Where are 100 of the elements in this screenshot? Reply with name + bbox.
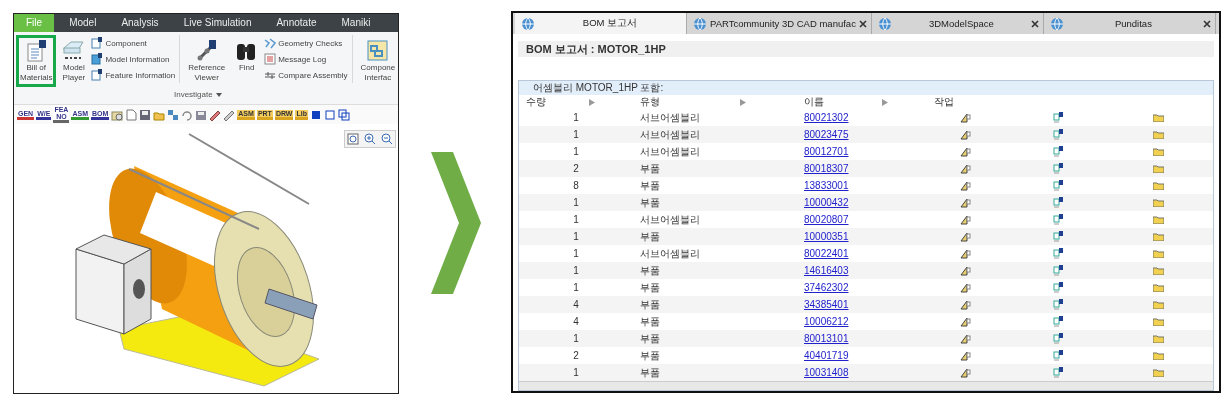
group-label[interactable]: Investigate xyxy=(174,90,222,99)
folder-icon[interactable] xyxy=(1152,317,1164,326)
ribbon-button[interactable]: Message Log xyxy=(264,53,348,65)
part-link[interactable]: 10000432 xyxy=(804,197,849,208)
save-icon[interactable] xyxy=(139,108,152,121)
document-info-icon[interactable] xyxy=(1052,367,1064,378)
part-link[interactable]: 10031408 xyxy=(804,367,849,378)
folder-icon[interactable] xyxy=(1152,147,1164,156)
folder-icon[interactable] xyxy=(111,108,124,121)
ruler-pencil-icon[interactable] xyxy=(959,197,971,208)
folder-icon[interactable] xyxy=(1152,283,1164,292)
ribbon-button[interactable]: Compone Interfac xyxy=(356,35,398,87)
sort-icon[interactable] xyxy=(740,98,746,106)
ruler-pencil-icon[interactable] xyxy=(959,163,971,174)
document-info-icon[interactable] xyxy=(1052,282,1064,293)
document-info-icon[interactable] xyxy=(1052,146,1064,157)
folder-icon[interactable] xyxy=(1152,130,1164,139)
part-link[interactable]: 10000351 xyxy=(804,231,849,242)
ribbon-button[interactable]: Geometry Checks xyxy=(264,37,348,49)
grid-icon[interactable] xyxy=(167,108,180,121)
folder-icon[interactable] xyxy=(1152,249,1164,258)
ribbon-button[interactable]: Model Player xyxy=(58,35,90,87)
folder-icon[interactable] xyxy=(1152,164,1164,173)
part-link[interactable]: 80012701 xyxy=(804,146,849,157)
folder-icon[interactable] xyxy=(1152,113,1164,122)
folder-icon[interactable] xyxy=(1152,368,1164,377)
ruler-pencil-icon[interactable] xyxy=(959,282,971,293)
part-link[interactable]: 40401719 xyxy=(804,350,849,361)
document-info-icon[interactable] xyxy=(1052,299,1064,310)
ribbon-button[interactable]: Model Information xyxy=(91,53,176,65)
sort-icon[interactable] xyxy=(589,98,595,106)
ruler-pencil-icon[interactable] xyxy=(959,333,971,344)
document-info-icon[interactable] xyxy=(1052,231,1064,242)
ruler-pencil-icon[interactable] xyxy=(959,180,971,191)
part-link[interactable]: 80023475 xyxy=(804,129,849,140)
ribbon-button[interactable]: Reference Viewer xyxy=(184,35,230,87)
document-info-icon[interactable] xyxy=(1052,129,1064,140)
ruler-pencil-icon[interactable] xyxy=(959,265,971,276)
part-link[interactable]: 80021302 xyxy=(804,112,849,123)
folder-icon[interactable] xyxy=(1152,181,1164,190)
part-link[interactable]: 13833001 xyxy=(804,180,849,191)
ruler-pencil-icon[interactable] xyxy=(959,248,971,259)
browser-tab[interactable]: Punditas xyxy=(1043,13,1216,34)
ribbon-button[interactable]: Feature Information xyxy=(91,69,176,81)
document-info-icon[interactable] xyxy=(1052,265,1064,276)
ribbon-button[interactable]: Component xyxy=(91,37,176,49)
new-file-icon[interactable] xyxy=(125,108,138,121)
zoom-out-icon[interactable] xyxy=(381,133,393,145)
zoom-fit-icon[interactable] xyxy=(347,133,359,145)
part-link[interactable]: 34385401 xyxy=(804,299,849,310)
document-info-icon[interactable] xyxy=(1052,350,1064,361)
folder-icon[interactable] xyxy=(1152,334,1164,343)
sort-icon[interactable] xyxy=(882,98,888,106)
document-info-icon[interactable] xyxy=(1052,112,1064,123)
cube-icon[interactable] xyxy=(309,108,322,121)
close-icon[interactable] xyxy=(1202,19,1211,28)
part-link[interactable]: 37462302 xyxy=(804,282,849,293)
browser-tab[interactable]: PARTcommunity 3D CAD manufac xyxy=(687,13,872,34)
ruler-pencil-icon[interactable] xyxy=(959,146,971,157)
redo-icon[interactable] xyxy=(181,108,194,121)
document-info-icon[interactable] xyxy=(1052,180,1064,191)
column-header[interactable]: 작업 xyxy=(927,95,1213,109)
document-info-icon[interactable] xyxy=(1052,214,1064,225)
column-header[interactable]: 이름 xyxy=(797,95,927,109)
folder-icon[interactable] xyxy=(1152,266,1164,275)
ruler-pencil-icon[interactable] xyxy=(959,129,971,140)
ruler-pencil-icon[interactable] xyxy=(959,367,971,378)
document-info-icon[interactable] xyxy=(1052,248,1064,259)
menu-tab[interactable]: Annotate xyxy=(266,14,327,32)
cube-icon[interactable] xyxy=(337,108,350,121)
ribbon-button[interactable]: Bill of Materials xyxy=(16,35,57,87)
document-info-icon[interactable] xyxy=(1052,163,1064,174)
document-info-icon[interactable] xyxy=(1052,316,1064,327)
menu-tab[interactable]: Maniki xyxy=(331,14,381,32)
part-link[interactable]: 14616403 xyxy=(804,265,849,276)
ribbon-button[interactable]: Find xyxy=(231,35,263,77)
browser-tab[interactable]: BOM 보고서 xyxy=(515,13,687,34)
pencil-icon[interactable] xyxy=(209,108,222,121)
part-link[interactable]: 10006212 xyxy=(804,316,849,327)
folder-icon[interactable] xyxy=(1152,351,1164,360)
column-header[interactable]: 수량 xyxy=(519,95,633,109)
folder-icon[interactable] xyxy=(1152,232,1164,241)
close-icon[interactable] xyxy=(858,19,867,28)
part-link[interactable]: 80022401 xyxy=(804,248,849,259)
menu-tab[interactable]: Model xyxy=(59,14,107,32)
ruler-pencil-icon[interactable] xyxy=(959,214,971,225)
part-link[interactable]: 80013101 xyxy=(804,333,849,344)
column-header[interactable]: 유형 xyxy=(633,95,797,109)
folder-icon[interactable] xyxy=(1152,198,1164,207)
ruler-pencil-icon[interactable] xyxy=(959,112,971,123)
save-icon[interactable] xyxy=(195,108,208,121)
zoom-in-icon[interactable] xyxy=(364,133,376,145)
ruler-pencil-icon[interactable] xyxy=(959,316,971,327)
document-info-icon[interactable] xyxy=(1052,333,1064,344)
folder-icon[interactable] xyxy=(1152,215,1164,224)
folder-icon[interactable] xyxy=(1152,300,1164,309)
cube-icon[interactable] xyxy=(323,108,336,121)
document-info-icon[interactable] xyxy=(1052,197,1064,208)
ribbon-button[interactable]: Compare Assembly xyxy=(264,69,348,81)
ruler-pencil-icon[interactable] xyxy=(959,299,971,310)
